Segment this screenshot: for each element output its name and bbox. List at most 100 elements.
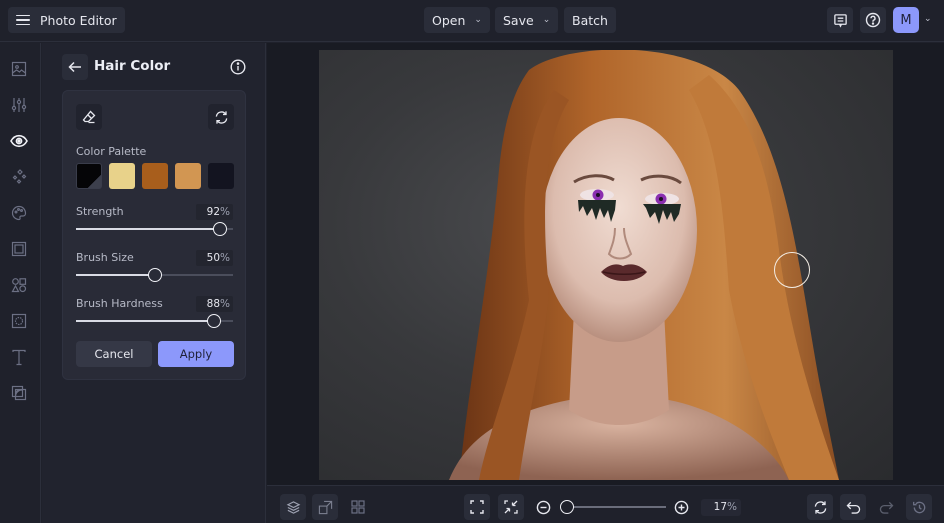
grid-button[interactable] <box>345 494 371 520</box>
color-swatch[interactable] <box>76 163 102 189</box>
rail-item-touch-up[interactable] <box>9 131 29 151</box>
help-button[interactable] <box>860 7 886 33</box>
apply-button[interactable]: Apply <box>158 341 234 367</box>
color-swatch[interactable] <box>175 163 201 189</box>
canvas-area <box>267 43 944 485</box>
brush-size-value[interactable]: 50% <box>196 250 233 266</box>
help-icon <box>865 12 881 28</box>
redo-icon <box>879 501 893 514</box>
chevron-down-icon: ⌄ <box>542 15 551 25</box>
resize-button[interactable] <box>312 494 338 520</box>
color-swatch[interactable] <box>109 163 135 189</box>
zoom-slider-track <box>562 506 666 508</box>
percent-sign: % <box>220 206 230 218</box>
batch-button[interactable]: Batch <box>564 7 616 33</box>
shapes-icon <box>11 278 27 293</box>
rail-item-text[interactable] <box>9 347 29 367</box>
rail-item-graphics[interactable] <box>9 275 29 295</box>
undo-icon <box>846 501 860 514</box>
expand-icon <box>470 500 484 514</box>
info-icon <box>230 59 246 75</box>
image-icon <box>11 61 27 77</box>
eye-icon <box>10 134 28 148</box>
resize-icon <box>318 500 332 514</box>
batch-label: Batch <box>572 12 608 28</box>
sliders-icon <box>11 98 27 112</box>
eraser-button[interactable] <box>76 104 102 130</box>
frame-icon <box>11 241 27 257</box>
strength-label: Strength <box>76 205 124 218</box>
comment-icon <box>833 13 847 28</box>
redo-button[interactable] <box>873 494 899 520</box>
save-label: Save <box>503 12 534 28</box>
undo-button[interactable] <box>840 494 866 520</box>
strength-value[interactable]: 92% <box>196 204 233 220</box>
zoom-in-icon <box>674 500 688 514</box>
brush-size-number: 50 <box>206 252 221 264</box>
avatar-initial: M <box>900 12 912 28</box>
user-avatar[interactable]: M <box>893 7 919 33</box>
rail-item-frames[interactable] <box>9 239 29 259</box>
zoom-in-button[interactable] <box>668 494 694 520</box>
fit-to-screen-button[interactable] <box>464 494 490 520</box>
slider-fill <box>76 228 221 230</box>
hair-color-settings-card: Color Palette Strength 92% Brush Size 50… <box>62 90 246 380</box>
cancel-button[interactable]: Cancel <box>76 341 152 367</box>
zoom-out-button[interactable] <box>530 494 556 520</box>
rail-item-textures[interactable] <box>9 383 29 403</box>
percent-sign: % <box>727 501 737 513</box>
color-swatch[interactable] <box>142 163 168 189</box>
grid-icon <box>351 500 365 514</box>
brush-size-slider[interactable] <box>76 268 233 282</box>
hamburger-menu-icon <box>16 14 30 26</box>
strength-slider[interactable] <box>76 222 233 236</box>
open-button[interactable]: Open ⌄ <box>424 7 490 33</box>
photo-canvas[interactable] <box>319 50 893 480</box>
palette-icon <box>11 205 27 221</box>
zoom-level-field[interactable]: 17% <box>701 499 741 516</box>
percent-sign: % <box>220 298 230 310</box>
rail-item-overlays[interactable] <box>9 311 29 331</box>
feedback-button[interactable] <box>827 7 853 33</box>
rail-item-effects[interactable] <box>9 167 29 187</box>
back-button[interactable] <box>62 54 88 80</box>
slider-thumb[interactable] <box>207 314 222 328</box>
chevron-down-icon: ⌄ <box>474 15 482 25</box>
open-label: Open <box>432 12 466 28</box>
zoom-slider-thumb[interactable] <box>560 500 575 514</box>
eraser-icon <box>82 110 96 124</box>
info-button[interactable] <box>230 59 246 75</box>
brush-hardness-number: 88 <box>206 298 221 310</box>
rail-item-adjustments[interactable] <box>9 95 29 115</box>
reset-button[interactable] <box>208 104 234 130</box>
actual-size-button[interactable] <box>498 494 524 520</box>
history-button[interactable] <box>906 494 932 520</box>
overlay-icon <box>11 313 27 329</box>
brush-hardness-value[interactable]: 88% <box>196 296 233 312</box>
slider-fill <box>76 274 155 276</box>
save-button[interactable]: Save ⌄ <box>495 7 559 33</box>
layers-button[interactable] <box>280 494 306 520</box>
brush-hardness-slider[interactable] <box>76 314 233 328</box>
texture-icon <box>11 385 27 401</box>
color-swatch[interactable] <box>208 163 234 189</box>
strength-number: 92 <box>206 206 221 218</box>
arrow-left-icon <box>68 61 81 73</box>
zoom-slider[interactable] <box>560 500 666 514</box>
text-icon <box>12 349 26 365</box>
refresh-icon <box>814 500 826 514</box>
zoom-out-icon <box>536 500 550 514</box>
chevron-down-icon[interactable]: ⌄ <box>924 14 932 24</box>
zoom-level-number: 17 <box>713 501 728 513</box>
brush-cursor <box>774 252 810 288</box>
rail-item-artsy[interactable] <box>9 203 29 223</box>
slider-thumb[interactable] <box>213 222 228 236</box>
layers-icon <box>286 500 300 514</box>
reload-button[interactable] <box>807 494 833 520</box>
history-icon <box>912 501 925 513</box>
rail-item-image[interactable] <box>9 59 29 79</box>
bottom-toolbar: 17% <box>267 485 944 523</box>
slider-fill <box>76 320 215 322</box>
app-menu-button[interactable]: Photo Editor <box>8 7 125 33</box>
slider-thumb[interactable] <box>147 268 162 282</box>
